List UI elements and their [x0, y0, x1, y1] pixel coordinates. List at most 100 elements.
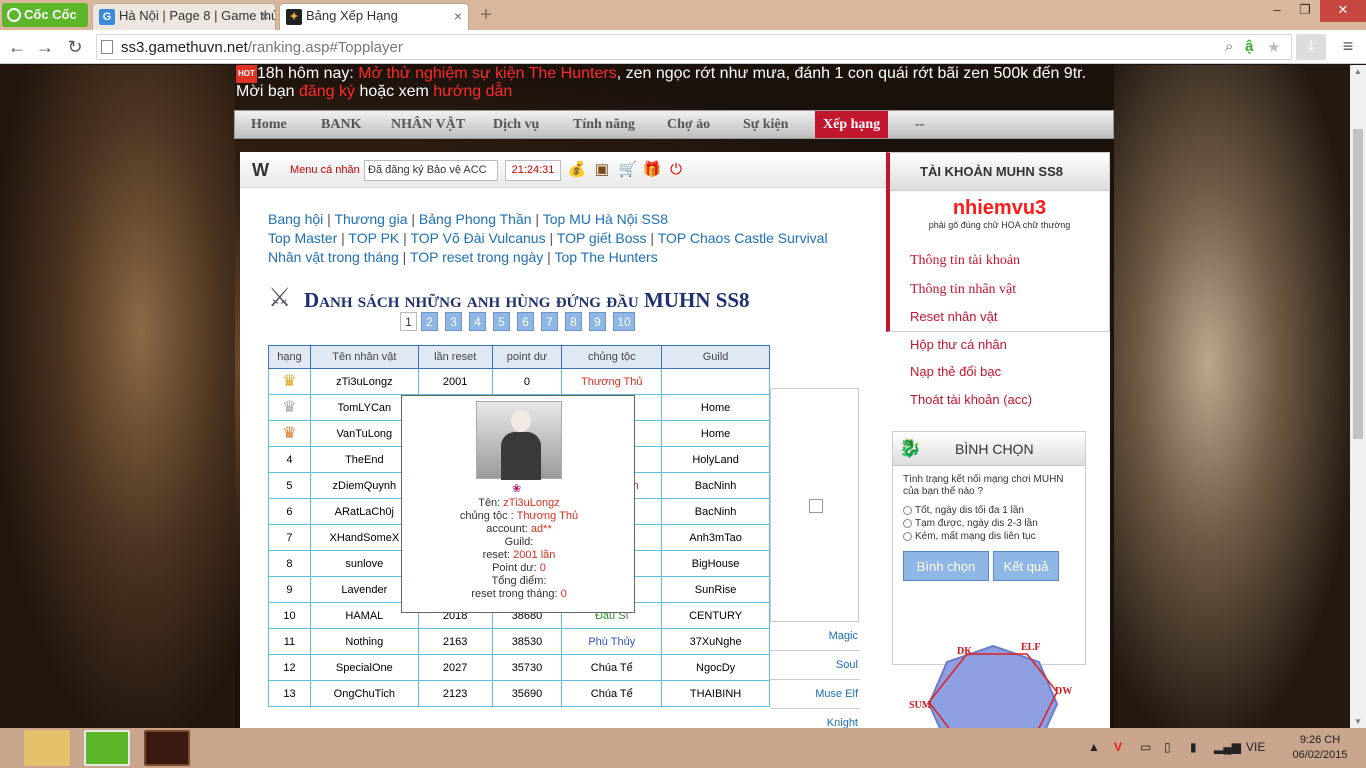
scroll-down-icon[interactable]: ▼	[1350, 717, 1366, 726]
tray-expand-icon[interactable]: ▲	[1088, 740, 1100, 754]
table-row[interactable]: 11 Nothing 2163 38530 Phù Thủy 37XuNghe	[268, 628, 770, 655]
class-link-muse-elf[interactable]: Muse Elf	[770, 680, 860, 709]
back-arrow-icon[interactable]: ←	[6, 36, 28, 58]
zoom-search-icon[interactable]: ⌕	[1225, 38, 1233, 55]
menu-more[interactable]: --	[915, 111, 924, 138]
page-1[interactable]: 1	[400, 312, 417, 331]
link-topup[interactable]: Nạp thẻ đổi bạc	[910, 364, 1001, 379]
vote-option[interactable]: Tạm được, ngày dis 2-3 lần	[893, 517, 1085, 530]
close-window-icon[interactable]: ✕	[1320, 0, 1366, 22]
name-cell[interactable]: SpecialOne	[309, 654, 419, 681]
tray-language[interactable]: VIE	[1246, 740, 1265, 754]
page-4[interactable]: 4	[469, 312, 486, 331]
radio-button[interactable]	[903, 505, 912, 515]
radio-button[interactable]	[903, 531, 912, 541]
register-link[interactable]: đăng ký	[299, 83, 355, 100]
new-tab-button[interactable]: +	[474, 4, 498, 26]
link-top-mu-hanoi[interactable]: Top MU Hà Nội SS8	[543, 211, 668, 227]
page-3[interactable]: 3	[445, 312, 462, 331]
page-9[interactable]: 9	[589, 312, 606, 331]
minimize-icon[interactable]: –	[1262, 0, 1292, 22]
link-top-reset-ngay[interactable]: TOP reset trong ngày	[410, 249, 543, 265]
link-reset-character[interactable]: Reset nhân vật	[910, 309, 997, 324]
page-6[interactable]: 6	[517, 312, 534, 331]
coccoc-menu-button[interactable]: Cốc Cốc	[2, 3, 88, 27]
menu-bank[interactable]: BANK	[321, 111, 361, 138]
col-rank: hạng	[268, 345, 311, 369]
table-row[interactable]: 12 SpecialOne 2027 35730 Chúa Tể NgocDy	[268, 654, 770, 681]
shop-cart-icon[interactable]: 🛒	[618, 160, 638, 180]
forward-arrow-icon[interactable]: →	[34, 36, 56, 58]
page-scrollbar[interactable]: ▲ ▼	[1350, 65, 1366, 728]
menu-xep-hang[interactable]: Xếp hạng	[815, 111, 889, 138]
page-8[interactable]: 8	[565, 312, 582, 331]
tray-v-icon[interactable]: V	[1114, 740, 1122, 754]
table-row[interactable]: ♛ zTi3uLongz 2001 0 Thương Thủ	[268, 368, 770, 395]
scrollbar-thumb[interactable]	[1353, 129, 1363, 439]
name-cell[interactable]: OngChuTich	[309, 680, 419, 707]
page-5[interactable]: 5	[493, 312, 510, 331]
browser-menu-icon[interactable]: ≡	[1336, 36, 1360, 57]
reload-icon[interactable]: ↻	[64, 36, 86, 58]
link-account-info[interactable]: Thông tin tài khoản	[910, 253, 1020, 269]
gift-icon[interactable]: 🎁	[642, 160, 662, 180]
tray-monitor-icon[interactable]: ▭	[1140, 740, 1151, 754]
link-nhan-vat-thang[interactable]: Nhân vật trong tháng	[268, 249, 399, 265]
close-tab-icon[interactable]: ×	[261, 4, 269, 28]
page-7[interactable]: 7	[541, 312, 558, 331]
page-10[interactable]: 10	[613, 312, 635, 331]
tab-bang-xep-hang[interactable]: ✦ Bảng Xếp Hạng ×	[279, 3, 469, 30]
tray-clock[interactable]: 9:26 CH 06/02/2015	[1290, 733, 1350, 763]
class-link-magic[interactable]: Magic	[770, 622, 860, 651]
tray-action-center-icon[interactable]: ▯	[1164, 740, 1171, 754]
link-top-vo-dai[interactable]: TOP Võ Đài Vulcanus	[410, 230, 545, 246]
close-tab-icon[interactable]: ×	[454, 4, 462, 28]
address-bar[interactable]: ss3.gamethuvn.net/ranking.asp#Topplayer …	[96, 34, 1292, 60]
menu-home[interactable]: Home	[251, 111, 287, 138]
scroll-up-icon[interactable]: ▲	[1350, 67, 1366, 76]
link-thuong-gia[interactable]: Thương gia	[334, 211, 407, 227]
vote-submit-button[interactable]: Bình chọn	[903, 551, 989, 581]
link-top-chaos-castle[interactable]: TOP Chaos Castle Survival	[658, 230, 828, 246]
menu-cho-ao[interactable]: Chợ ảo	[667, 111, 710, 138]
vote-option[interactable]: Kém, mất mạng dis liên tục	[893, 530, 1085, 543]
restore-icon[interactable]: ❐	[1290, 0, 1320, 22]
name-cell[interactable]: zTi3uLongz	[309, 368, 419, 395]
guide-link[interactable]: hướng dẫn	[433, 83, 512, 100]
mu-game-taskbar-icon[interactable]	[144, 730, 190, 766]
download-icon[interactable]: ⤓	[1296, 34, 1326, 60]
name-cell[interactable]: Nothing	[309, 628, 419, 655]
menu-dich-vu[interactable]: Dịch vụ	[493, 111, 539, 138]
class-link-soul[interactable]: Soul	[770, 651, 860, 680]
money-bag-icon[interactable]: 💰	[567, 160, 587, 180]
class-link-knight[interactable]: Knight	[770, 709, 860, 728]
menu-tinh-nang[interactable]: Tính năng	[573, 111, 635, 138]
chest-icon[interactable]: ▣	[592, 160, 612, 180]
link-character-info[interactable]: Thông tin nhân vật	[910, 282, 1016, 298]
file-explorer-icon[interactable]	[24, 730, 70, 766]
menu-su-kien[interactable]: Sự kiện	[743, 111, 788, 138]
table-row[interactable]: 13 OngChuTich 2123 35690 Chúa Tể THAIBIN…	[268, 680, 770, 707]
tray-battery-icon[interactable]: ▮	[1190, 740, 1197, 754]
radio-button[interactable]	[903, 518, 912, 528]
link-top-giet-boss[interactable]: TOP giết Boss	[557, 230, 647, 246]
bookmark-star-icon[interactable]: ★	[1267, 38, 1280, 56]
tab-hanoi-page8[interactable]: G Hà Nội | Page 8 | Game thủ ×	[92, 3, 276, 30]
link-bang-hoi[interactable]: Bang hội	[268, 211, 323, 227]
event-link[interactable]: Mở thử nghiệm sự kiện The Hunters	[358, 65, 616, 82]
coccoc-taskbar-icon[interactable]	[84, 730, 130, 766]
menu-nhan-vat[interactable]: NHÂN VẬT	[391, 111, 465, 138]
link-top-hunters[interactable]: Top The Hunters	[554, 249, 657, 265]
page-2[interactable]: 2	[421, 312, 438, 331]
tray-network-icon[interactable]: ▂▄▆	[1214, 740, 1241, 754]
link-top-master[interactable]: Top Master	[268, 230, 337, 246]
link-bang-phong-than[interactable]: Bảng Phong Thần	[419, 211, 532, 227]
mu-favicon-icon: ✦	[286, 9, 302, 25]
vote-option[interactable]: Tốt, ngày dis tối đa 1 lần	[893, 504, 1085, 517]
link-top-pk[interactable]: TOP PK	[348, 230, 399, 246]
link-mailbox[interactable]: Hộp thư cá nhân	[910, 337, 1007, 352]
vote-result-button[interactable]: Kết quả	[993, 551, 1059, 581]
power-logout-icon[interactable]: ⏻	[666, 160, 686, 180]
link-logout[interactable]: Thoát tài khoản (acc)	[910, 392, 1032, 407]
typing-icon[interactable]: ậ	[1245, 38, 1253, 55]
